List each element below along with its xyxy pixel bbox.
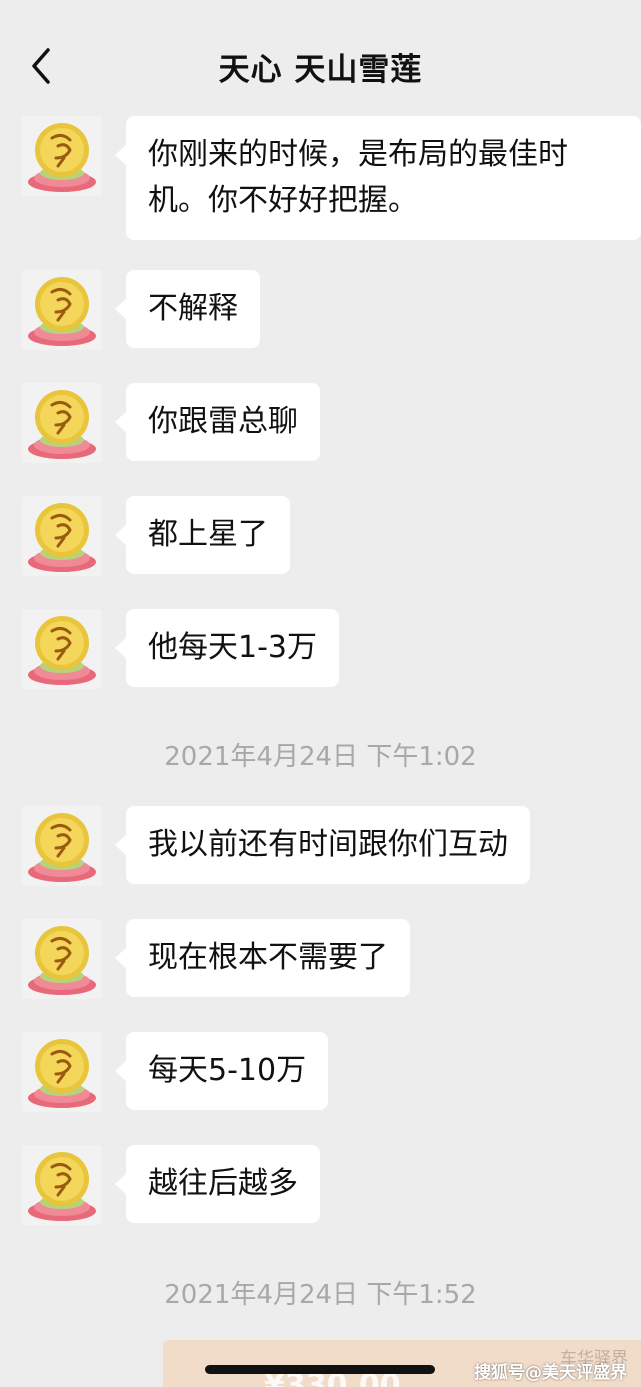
lotus-avatar-icon — [28, 1152, 96, 1221]
chat-screen: 天心 天山雪莲 你刚来的时候，是布局的最佳时机。你不好好把握。 不解释 你跟雷总… — [0, 0, 641, 1387]
lotus-avatar-icon — [28, 503, 96, 572]
message-bubble[interactable]: 不解释 — [115, 270, 260, 348]
avatar[interactable] — [22, 609, 102, 689]
message-bubble[interactable]: 你跟雷总聊 — [115, 383, 320, 461]
message-bubble[interactable]: 他每天1-3万 — [115, 609, 339, 687]
message-bubble[interactable]: 你刚来的时候，是布局的最佳时机。你不好好把握。 — [115, 116, 641, 240]
chat-timestamp: 2021年4月24日 下午1:02 — [164, 742, 477, 772]
chat-timestamp: 2021年4月24日 下午1:52 — [164, 1280, 477, 1310]
message-bubble[interactable]: 越往后越多 — [115, 1145, 320, 1223]
avatar[interactable] — [22, 806, 102, 886]
lotus-avatar-icon — [28, 390, 96, 459]
watermark: 搜狐号@美天评盛界 — [474, 1363, 627, 1383]
chat-header: 天心 天山雪莲 — [0, 0, 641, 104]
avatar[interactable] — [22, 1145, 102, 1225]
lotus-avatar-icon — [28, 123, 96, 192]
avatar[interactable] — [22, 116, 102, 196]
home-indicator[interactable] — [205, 1365, 435, 1374]
avatar[interactable] — [22, 383, 102, 463]
avatar[interactable] — [22, 270, 102, 350]
chat-title: 天心 天山雪莲 — [218, 52, 423, 88]
message-bubble[interactable]: 每天5-10万 — [114, 1032, 329, 1110]
avatar[interactable] — [22, 919, 102, 999]
avatar[interactable] — [22, 1032, 102, 1112]
message-bubble[interactable]: 我以前还有时间跟你们互动 — [115, 806, 530, 884]
lotus-avatar-icon — [28, 926, 96, 995]
lotus-avatar-icon — [28, 277, 96, 346]
lotus-avatar-icon — [28, 1039, 96, 1108]
lotus-avatar-icon — [28, 813, 96, 882]
message-bubble[interactable]: 现在根本不需要了 — [115, 919, 410, 997]
message-bubble[interactable]: 都上星了 — [115, 496, 290, 574]
lotus-avatar-icon — [28, 616, 96, 685]
avatar[interactable] — [22, 496, 102, 576]
